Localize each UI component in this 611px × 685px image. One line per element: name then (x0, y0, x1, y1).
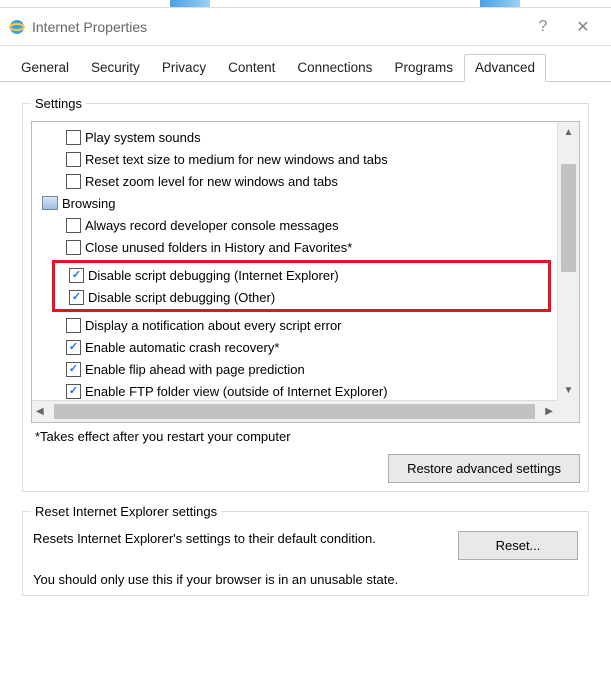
reset-description: Resets Internet Explorer's settings to t… (33, 531, 428, 546)
setting-item[interactable]: Always record developer console messages (42, 214, 551, 236)
category-browsing[interactable]: Browsing (42, 192, 551, 214)
setting-item[interactable]: Enable automatic crash recovery* (42, 336, 551, 358)
restart-note: *Takes effect after you restart your com… (35, 429, 580, 444)
checkbox[interactable] (66, 384, 81, 399)
checkbox[interactable] (66, 318, 81, 333)
scroll-left-icon[interactable]: ◀ (36, 406, 44, 417)
settings-tree: Play system sounds Reset text size to med… (31, 121, 580, 423)
setting-label: Play system sounds (85, 130, 201, 145)
checkbox[interactable] (66, 174, 81, 189)
reset-button[interactable]: Reset... (458, 531, 578, 560)
reset-warning: You should only use this if your browser… (33, 572, 578, 587)
setting-item[interactable]: Enable FTP folder view (outside of Inter… (42, 380, 551, 400)
tab-general[interactable]: General (10, 54, 80, 82)
setting-label: Display a notification about every scrip… (85, 318, 342, 333)
titlebar: Internet Properties ? ✕ (0, 8, 611, 46)
tab-content[interactable]: Content (217, 54, 286, 82)
highlight-callout: Disable script debugging (Internet Explo… (52, 260, 551, 312)
setting-label: Enable flip ahead with page prediction (85, 362, 305, 377)
scroll-down-icon[interactable]: ▼ (558, 380, 579, 400)
setting-item[interactable]: Reset zoom level for new windows and tab… (42, 170, 551, 192)
checkbox[interactable] (66, 152, 81, 167)
scroll-up-icon[interactable]: ▲ (558, 122, 579, 142)
help-button[interactable]: ? (523, 11, 563, 43)
window-title: Internet Properties (32, 19, 523, 35)
checkbox[interactable] (66, 240, 81, 255)
setting-label: Always record developer console messages (85, 218, 339, 233)
tab-privacy[interactable]: Privacy (151, 54, 217, 82)
tab-advanced[interactable]: Advanced (464, 54, 546, 82)
category-icon (42, 196, 58, 210)
restore-advanced-button[interactable]: Restore advanced settings (388, 454, 580, 483)
setting-label: Enable FTP folder view (outside of Inter… (85, 384, 388, 399)
scroll-thumb-vertical[interactable] (561, 164, 576, 272)
checkbox[interactable] (66, 340, 81, 355)
setting-item[interactable]: Reset text size to medium for new window… (42, 148, 551, 170)
setting-item[interactable]: Enable flip ahead with page prediction (42, 358, 551, 380)
checkbox[interactable] (66, 362, 81, 377)
setting-label: Enable automatic crash recovery* (85, 340, 279, 355)
setting-item[interactable]: Display a notification about every scrip… (42, 314, 551, 336)
setting-label: Disable script debugging (Internet Explo… (88, 268, 339, 283)
setting-label: Reset text size to medium for new window… (85, 152, 388, 167)
setting-item[interactable]: Close unused folders in History and Favo… (42, 236, 551, 258)
checkbox[interactable] (66, 218, 81, 233)
tab-programs[interactable]: Programs (383, 54, 464, 82)
window-fragment-top (0, 0, 611, 8)
checkbox[interactable] (69, 268, 84, 283)
scroll-right-icon[interactable]: ▶ (545, 406, 553, 417)
scroll-thumb-horizontal[interactable] (54, 404, 535, 419)
setting-label: Reset zoom level for new windows and tab… (85, 174, 338, 189)
settings-group: Settings Play system sounds Reset text si… (22, 96, 589, 492)
settings-legend: Settings (31, 96, 86, 111)
tab-connections[interactable]: Connections (286, 54, 383, 82)
setting-item[interactable]: Disable script debugging (Other) (57, 286, 546, 308)
checkbox[interactable] (66, 130, 81, 145)
setting-label: Close unused folders in History and Favo… (85, 240, 352, 255)
vertical-scrollbar[interactable]: ▲ ▼ (557, 122, 579, 400)
horizontal-scrollbar[interactable]: ◀ ▶ (32, 400, 557, 422)
setting-label: Disable script debugging (Other) (88, 290, 275, 305)
close-button[interactable]: ✕ (563, 11, 603, 43)
tab-security[interactable]: Security (80, 54, 151, 82)
tab-content: Settings Play system sounds Reset text si… (0, 82, 611, 618)
reset-group: Reset Internet Explorer settings Resets … (22, 504, 589, 596)
checkbox[interactable] (69, 290, 84, 305)
reset-legend: Reset Internet Explorer settings (31, 504, 221, 519)
tabs-row: GeneralSecurityPrivacyContentConnections… (0, 46, 611, 82)
ie-icon (8, 18, 26, 36)
setting-item[interactable]: Disable script debugging (Internet Explo… (57, 264, 546, 286)
category-label: Browsing (62, 196, 115, 211)
tree-scrollarea[interactable]: Play system sounds Reset text size to med… (32, 122, 557, 400)
setting-item[interactable]: Play system sounds (42, 126, 551, 148)
scroll-corner (557, 400, 579, 422)
